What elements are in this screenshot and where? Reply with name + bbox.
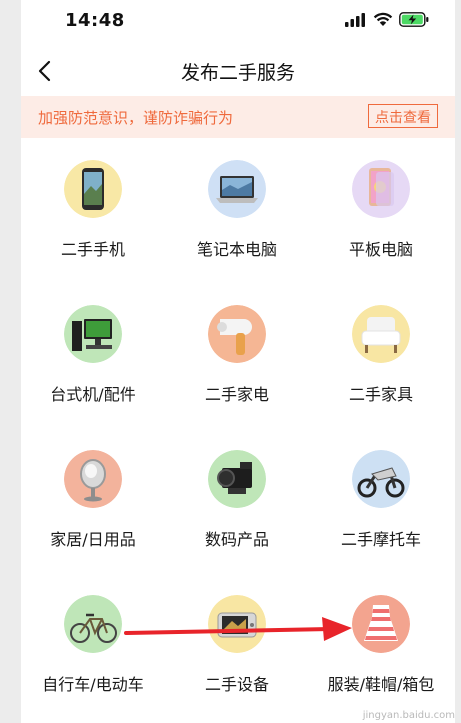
wifi-icon [373,12,393,31]
signal-icon [345,12,367,31]
category-label: 二手家电 [204,385,269,404]
notice-text: 加强防范意识，谨防诈骗行为 [38,109,234,127]
view-notice-button[interactable]: 点击查看 [368,104,438,128]
category-label: 二手设备 [204,675,269,694]
category-item-phone[interactable]: 二手手机 [21,150,165,290]
category-item-appliance[interactable]: 二手家电 [165,295,309,435]
category-item-motorcycle[interactable]: 二手摩托车 [309,440,453,580]
category-item-home-goods[interactable]: 家居/日用品 [21,440,165,580]
mirror-icon [64,450,122,508]
category-item-desktop[interactable]: 台式机/配件 [21,295,165,435]
category-label: 数码产品 [204,530,269,549]
motorcycle-icon [352,450,410,508]
hair-dryer-icon [208,305,266,363]
category-label: 平板电脑 [348,240,413,259]
notice-banner: 加强防范意识，谨防诈骗行为 点击查看 [21,96,455,138]
category-label: 笔记本电脑 [196,240,277,259]
category-item-laptop[interactable]: 笔记本电脑 [165,150,309,290]
phone-screen: 14:48 发布二手服务 加强防范意识，谨防诈骗行为 点击查看 二手手机 笔记本… [21,0,455,723]
category-item-furniture[interactable]: 二手家具 [309,295,453,435]
bicycle-icon [64,595,122,653]
device-icon [208,595,266,653]
status-icons [345,12,429,31]
category-label: 二手家具 [348,385,413,404]
category-label: 自行车/电动车 [42,675,144,694]
armchair-icon [352,305,410,363]
category-label: 服装/鞋帽/箱包 [327,675,435,694]
laptop-icon [208,160,266,218]
status-time: 14:48 [65,10,125,31]
phone-icon [64,160,122,218]
category-label: 二手摩托车 [340,530,421,549]
nav-bar: 发布二手服务 [21,48,455,92]
category-item-equipment[interactable]: 二手设备 [165,585,309,723]
camera-icon [208,450,266,508]
watermark: jingyan.baidu.com [362,710,455,721]
category-item-clothing[interactable]: 服装/鞋帽/箱包 [309,585,453,723]
status-bar: 14:48 [21,0,455,42]
category-label: 台式机/配件 [50,385,136,404]
tablet-icon [352,160,410,218]
category-item-bicycle[interactable]: 自行车/电动车 [21,585,165,723]
battery-charging-icon [399,12,429,31]
category-item-tablet[interactable]: 平板电脑 [309,150,453,290]
page-title: 发布二手服务 [180,62,295,84]
category-label: 家居/日用品 [50,530,136,549]
dress-icon [352,595,410,653]
category-label: 二手手机 [60,240,125,259]
category-item-digital[interactable]: 数码产品 [165,440,309,580]
desktop-icon [64,305,122,363]
